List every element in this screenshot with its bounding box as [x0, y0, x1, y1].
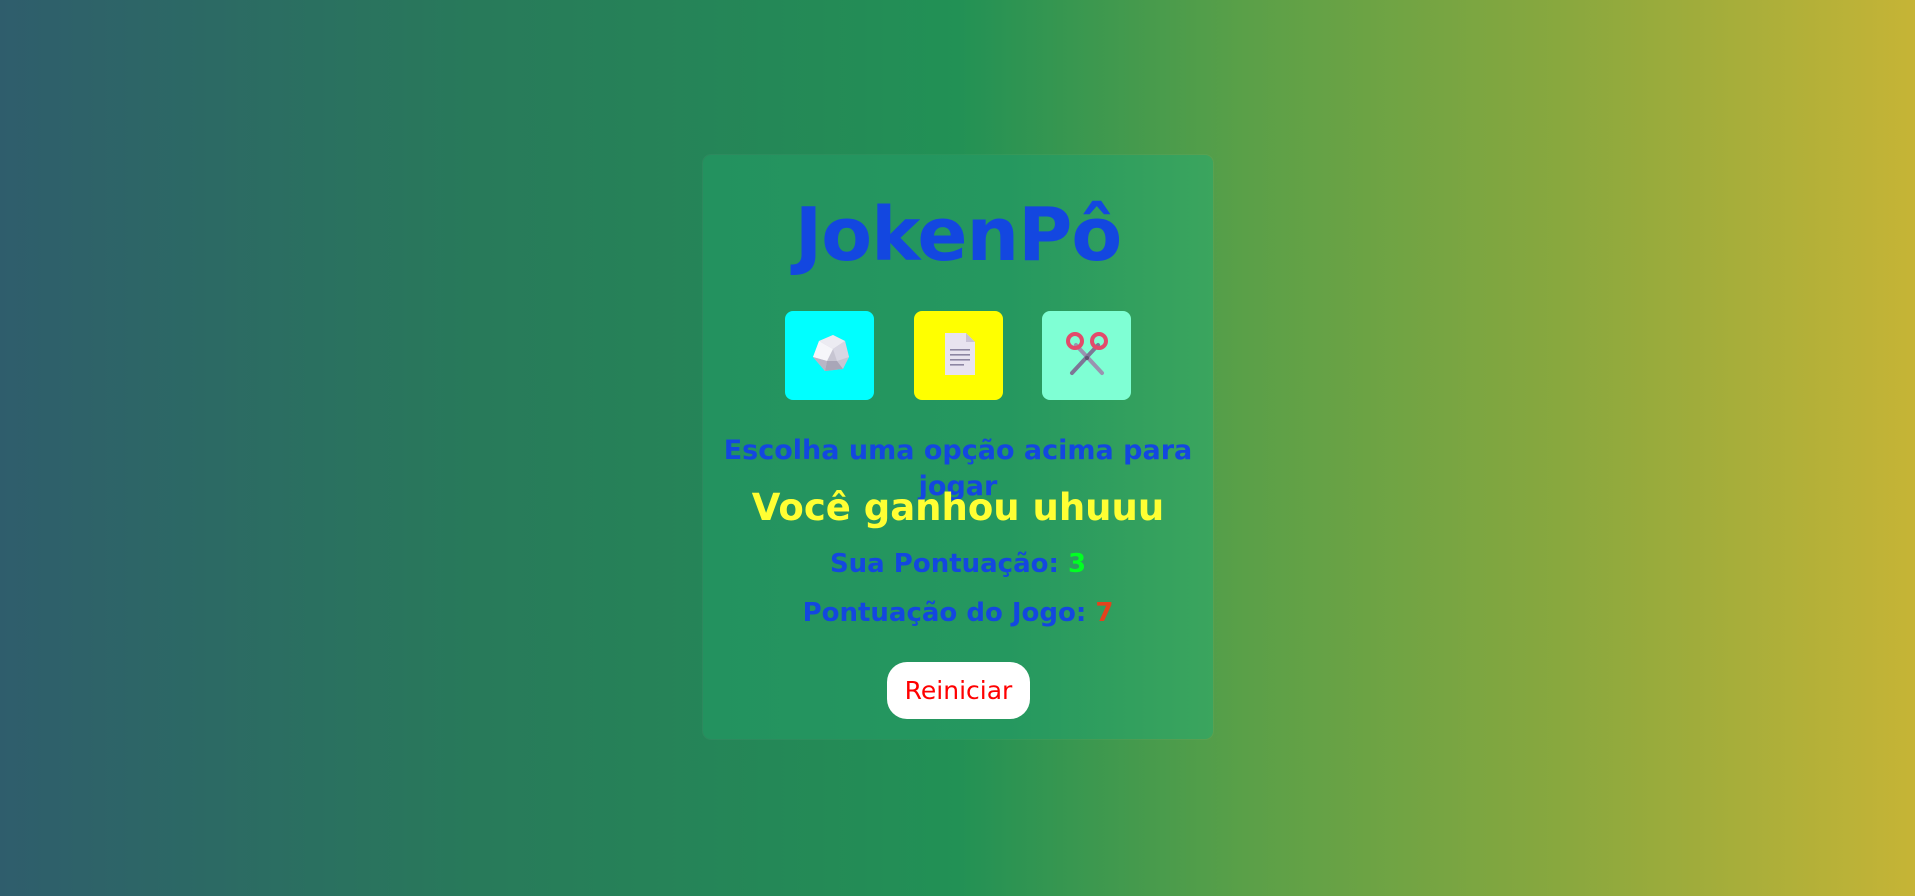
game-card: JokenPô Escolha uma opção acima para jog… — [703, 155, 1213, 739]
game-title: JokenPô — [794, 192, 1123, 278]
result-message: Você ganhou uhuuu — [751, 486, 1165, 529]
choice-buttons — [703, 311, 1213, 401]
paper-document-icon — [932, 327, 986, 384]
rock-icon — [803, 327, 857, 384]
restart-button[interactable]: Reiniciar — [887, 662, 1030, 719]
computer-score: Pontuação do Jogo: 7 — [703, 596, 1213, 630]
scissors-button[interactable] — [1042, 311, 1131, 400]
computer-score-value: 7 — [1095, 598, 1114, 628]
player-score: Sua Pontuação: 3 — [703, 547, 1213, 581]
player-score-value: 3 — [1067, 549, 1087, 579]
scissors-icon — [1060, 327, 1114, 384]
computer-score-label: Pontuação do Jogo: — [802, 598, 1096, 628]
player-score-label: Sua Pontuação: — [829, 549, 1068, 579]
paper-button[interactable] — [914, 311, 1003, 400]
rock-button[interactable] — [785, 311, 874, 400]
